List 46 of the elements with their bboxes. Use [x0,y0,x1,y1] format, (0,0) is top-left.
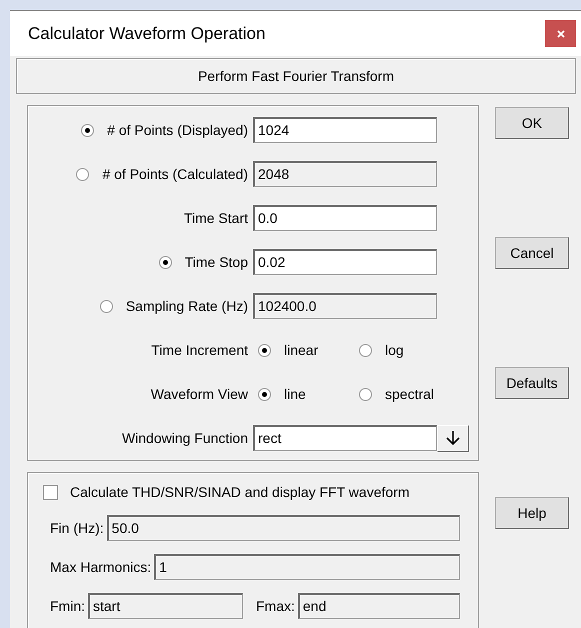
field-label: Sampling Rate (Hz) [126,298,248,314]
field-label: # of Points (Displayed) [107,122,248,138]
text-field[interactable]: 1024 [253,117,437,143]
radio-button[interactable] [158,256,172,268]
radio-button[interactable] [258,388,271,400]
radio-button[interactable] [81,124,94,136]
radio-button[interactable] [359,388,372,400]
section-header: Perform Fast Fourier Transform [16,58,576,94]
checkbox-label: Calculate THD/SNR/SINAD and display FFT waveform [70,484,410,500]
text-field[interactable]: end [298,593,460,619]
option-label: Waveform View [150,386,248,402]
down-arrow-icon [446,430,460,446]
text-field[interactable]: 0.02 [253,249,437,275]
field-label: Fin (Hz): [50,520,104,536]
radio-button[interactable] [76,168,90,180]
dialog-button[interactable]: Defaults [495,367,569,399]
field-label: Max Harmonics: [50,559,152,575]
text-field[interactable]: 0.0 [253,205,437,231]
option-label: Time Increment [151,342,248,358]
close-button[interactable] [545,20,576,47]
radio-button[interactable] [258,344,271,356]
radio-label: spectral [385,386,434,402]
field-label: Windowing Function [122,430,248,446]
dialog-button[interactable]: Help [495,497,569,529]
checkbox[interactable] [43,484,58,500]
radio-button[interactable] [359,344,372,356]
field-label: Fmin: [50,598,85,614]
dialog-button[interactable]: Cancel [495,237,569,269]
close-icon [556,28,566,38]
radio-label: line [284,386,306,402]
dialog-button[interactable]: OK [495,107,569,139]
field-label: # of Points (Calculated) [102,166,248,182]
text-field[interactable]: 1 [154,554,460,580]
field-label: Time Start [184,210,248,226]
dropdown-field[interactable]: rect [253,425,437,451]
text-field[interactable]: start [88,593,243,619]
window-title: Calculator Waveform Operation [28,24,266,44]
text-field[interactable]: 2048 [253,161,437,187]
radio-label: log [385,342,404,358]
text-field[interactable]: 50.0 [106,515,460,541]
field-label: Fmax: [256,598,295,614]
dropdown-button[interactable] [437,424,469,452]
radio-label: linear [284,342,318,358]
radio-button[interactable] [100,300,113,312]
field-label: Time Stop [184,254,248,270]
text-field[interactable]: 102400.0 [253,293,437,319]
